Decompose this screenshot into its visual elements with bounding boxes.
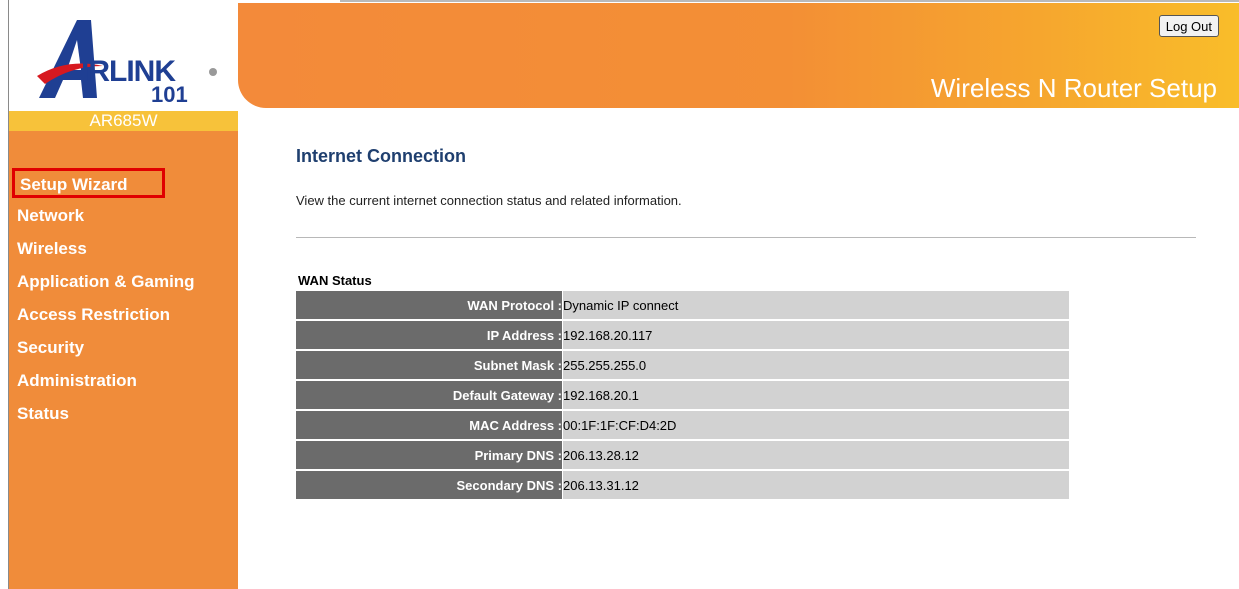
page-title: Internet Connection: [296, 146, 466, 166]
ip-address-label: IP Address :: [296, 321, 563, 349]
wan-protocol-value: Dynamic IP connect: [563, 291, 1069, 319]
sidebar-item-application-gaming[interactable]: Application & Gaming: [9, 267, 238, 300]
log-out-button[interactable]: Log Out: [1158, 15, 1219, 37]
mac-address-label: MAC Address :: [296, 411, 563, 439]
divider: [296, 237, 1196, 238]
default-gateway-label: Default Gateway :: [296, 381, 563, 409]
logo-number: 101: [151, 82, 188, 107]
sidebar-item-wireless[interactable]: Wireless: [9, 234, 238, 267]
sidebar-item-administration[interactable]: Administration: [9, 366, 238, 399]
primary-dns-label: Primary DNS :: [296, 441, 563, 469]
sidebar-item-network[interactable]: Network: [9, 201, 238, 234]
ip-address-value: 192.168.20.117: [563, 321, 1069, 349]
table-row: Subnet Mask : 255.255.255.0: [296, 351, 1069, 379]
airlink-logo: IRLINK 101: [9, 0, 238, 111]
table-row: Secondary DNS : 206.13.31.12: [296, 471, 1069, 499]
sidebar-nav: Setup Wizard Network Wireless Applicatio…: [9, 168, 238, 432]
sidebar: IRLINK 101 AR685W Setup Wizard Network W…: [9, 0, 238, 589]
wan-protocol-label: WAN Protocol :: [296, 291, 563, 319]
table-row: Primary DNS : 206.13.28.12: [296, 441, 1069, 469]
subnet-mask-value: 255.255.255.0: [563, 351, 1069, 379]
secondary-dns-value: 206.13.31.12: [563, 471, 1069, 499]
sidebar-item-access-restriction[interactable]: Access Restriction: [9, 300, 238, 333]
table-row: Default Gateway : 192.168.20.1: [296, 381, 1069, 409]
registered-mark-icon: [209, 68, 217, 76]
wan-status-title: WAN Status: [298, 273, 372, 288]
page-description: View the current internet connection sta…: [296, 193, 682, 208]
header-title: Wireless N Router Setup: [930, 73, 1217, 103]
model-name: AR685W: [9, 111, 238, 131]
wan-status-table: WAN Protocol : Dynamic IP connect IP Add…: [296, 289, 1069, 501]
secondary-dns-label: Secondary DNS :: [296, 471, 563, 499]
mac-address-value: 00:1F:1F:CF:D4:2D: [563, 411, 1069, 439]
table-row: WAN Protocol : Dynamic IP connect: [296, 291, 1069, 319]
top-border-line: [340, 0, 1239, 2]
header-banner: Log Out Wireless N Router Setup: [238, 3, 1239, 108]
sidebar-item-status[interactable]: Status: [9, 399, 238, 432]
sidebar-item-security[interactable]: Security: [9, 333, 238, 366]
default-gateway-value: 192.168.20.1: [563, 381, 1069, 409]
sidebar-item-setup-wizard[interactable]: Setup Wizard: [12, 168, 165, 198]
primary-dns-value: 206.13.28.12: [563, 441, 1069, 469]
table-row: IP Address : 192.168.20.117: [296, 321, 1069, 349]
table-row: MAC Address : 00:1F:1F:CF:D4:2D: [296, 411, 1069, 439]
subnet-mask-label: Subnet Mask :: [296, 351, 563, 379]
